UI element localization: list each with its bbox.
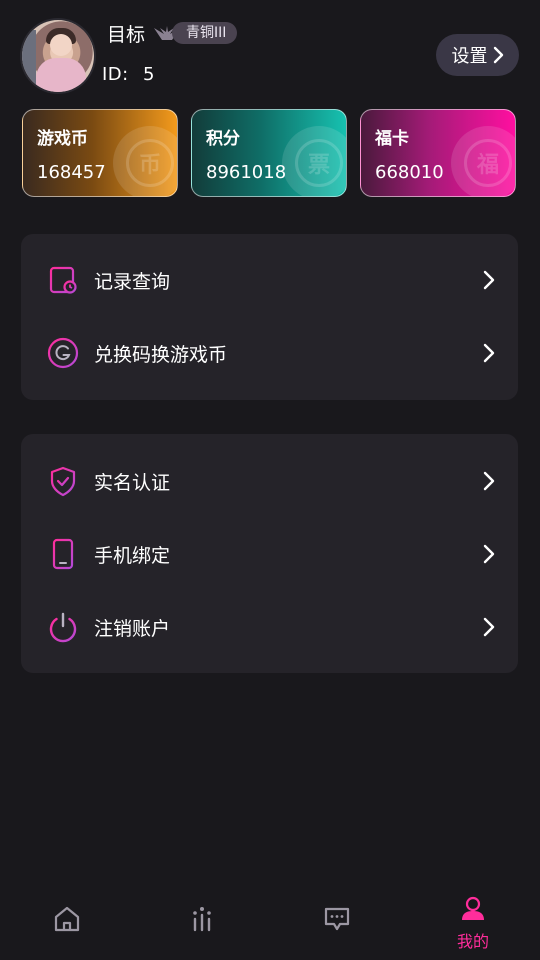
nav-ranking[interactable]	[162, 896, 242, 952]
card-value: 168457	[37, 162, 106, 183]
nav-messages[interactable]	[297, 896, 377, 952]
menu-item-cancel-account[interactable]: 注销账户	[21, 591, 518, 663]
g-coin-icon	[47, 337, 79, 369]
phone-icon	[52, 538, 74, 570]
ticket-stamp-icon: 票	[282, 126, 346, 196]
card-title: 积分	[206, 129, 240, 149]
menu-item-label: 手机绑定	[94, 545, 171, 567]
nav-mine[interactable]: 我的	[433, 896, 513, 952]
menu-item-label: 实名认证	[94, 472, 171, 494]
points-card[interactable]: 票 积分 8961018	[191, 109, 347, 197]
chevron-right-icon	[483, 617, 495, 637]
card-value: 668010	[375, 162, 444, 183]
username: 目标	[107, 24, 146, 46]
settings-button[interactable]: 设置	[436, 34, 519, 76]
menu-item-phone-binding[interactable]: 手机绑定	[21, 518, 518, 590]
menu-panel-account: 实名认证 手机绑定 注销账户	[21, 434, 518, 673]
menu-item-redeem-code[interactable]: 兑换码换游戏币	[21, 317, 518, 389]
chevron-right-icon	[483, 471, 495, 491]
rank-label: 青铜III	[172, 22, 238, 44]
card-value: 8961018	[206, 162, 287, 183]
user-id-value: 5	[142, 64, 155, 85]
menu-item-record-query[interactable]: 记录查询	[21, 244, 518, 316]
chevron-right-icon	[483, 343, 495, 363]
menu-item-label: 兑换码换游戏币	[94, 344, 228, 366]
rank-icon	[193, 907, 211, 932]
menu-item-label: 记录查询	[94, 271, 171, 293]
nav-mine-label: 我的	[456, 932, 489, 951]
user-id-label: ID:	[102, 64, 129, 85]
game-coin-card[interactable]: 币 游戏币 168457	[22, 109, 178, 197]
chevron-right-icon	[493, 46, 503, 64]
user-icon	[462, 896, 484, 920]
card-title: 游戏币	[37, 129, 88, 149]
menu-item-real-name-auth[interactable]: 实名认证	[21, 445, 518, 517]
settings-label: 设置	[451, 46, 488, 67]
menu-panel-records: 记录查询 兑换码换游戏币	[21, 234, 518, 400]
power-icon	[49, 612, 77, 643]
nav-home[interactable]	[27, 896, 107, 952]
record-icon	[49, 266, 77, 294]
chevron-right-icon	[483, 270, 495, 290]
fu-stamp-icon: 福	[451, 126, 515, 196]
chevron-right-icon	[483, 544, 495, 564]
shield-check-icon	[50, 466, 76, 497]
message-icon	[324, 907, 350, 931]
avatar[interactable]	[22, 20, 94, 92]
menu-item-label: 注销账户	[94, 618, 171, 640]
user-id: ID: 5	[102, 64, 155, 85]
fuka-card[interactable]: 福 福卡 668010	[360, 109, 516, 197]
card-title: 福卡	[375, 129, 409, 149]
coin-stamp-icon: 币	[113, 126, 177, 196]
home-icon	[54, 906, 80, 932]
